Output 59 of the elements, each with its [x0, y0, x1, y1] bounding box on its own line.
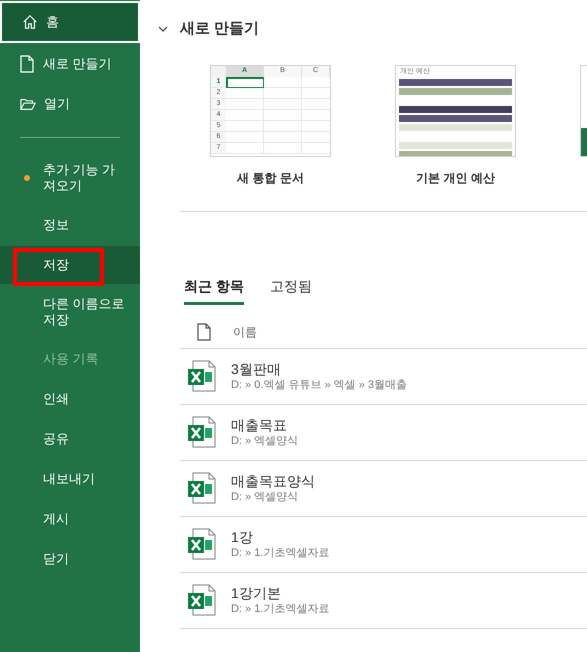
sidebar-item[interactable]: 닫기: [0, 540, 140, 578]
spreadsheet-file-icon: [188, 360, 216, 392]
worksheet-cell: [264, 76, 302, 88]
worksheet-cell: [264, 142, 302, 154]
worksheet-cell: [264, 110, 302, 120]
document-icon: [20, 55, 34, 73]
spreadsheet-file-icon: [188, 528, 216, 560]
sidebar-item[interactable]: 저장: [0, 246, 140, 284]
worksheet-cell: [264, 120, 302, 132]
file-name: 매출목표: [231, 416, 288, 434]
tab[interactable]: 고정됨: [270, 276, 312, 304]
home-icon: [22, 13, 38, 31]
worksheet-cell: [226, 88, 264, 98]
document-icon: [197, 323, 211, 341]
worksheet-cell: [226, 98, 264, 110]
worksheet-cell: [226, 120, 264, 132]
sidebar-item[interactable]: 추가 기능 가져오기: [0, 152, 140, 204]
file-name: 1강: [231, 528, 254, 546]
recent-file-row[interactable]: 1강 D: » 1.기초엑셀자료: [180, 516, 587, 572]
corner-cell: [211, 66, 226, 76]
chevron-icon[interactable]: [158, 26, 168, 32]
folder-icon: [20, 97, 36, 111]
worksheet-cell: [264, 98, 302, 110]
file-path: D: » 엑셀양식: [231, 490, 300, 504]
file-path: D: » 1.기초엑셀자료: [231, 602, 330, 616]
sidebar-item[interactable]: 열기: [0, 85, 140, 123]
spreadsheet-file-icon: [188, 584, 216, 616]
worksheet-cell: [226, 132, 264, 142]
file-name: 1강기본: [231, 584, 282, 602]
column-header: 이름: [233, 324, 257, 341]
sidebar-item[interactable]: 공유: [0, 420, 140, 458]
tab[interactable]: 최근 항목: [184, 276, 244, 304]
active-cell: [226, 76, 264, 88]
worksheet-cell: [226, 142, 264, 154]
file-name: 매출목표양식: [231, 472, 315, 490]
worksheet-cell: [226, 110, 264, 120]
template-label: 새 통합 문서: [237, 170, 304, 186]
sidebar-item[interactable]: 홈: [0, 1, 140, 43]
recent-file-row[interactable]: 3월판매 D: » 0.엑셀 유튜브 » 엑셀 » 3월매출: [180, 348, 587, 404]
recent-file-row[interactable]: 매출목표양식 D: » 엑셀양식: [180, 460, 587, 516]
worksheet-cell: [264, 132, 302, 142]
file-path: D: » 1.기초엑셀자료: [231, 546, 330, 560]
sidebar-item[interactable]: 새로 만들기: [0, 45, 140, 83]
spreadsheet-file-icon: [188, 472, 216, 504]
recent-file-row[interactable]: 매출목표 D: » 엑셀양식: [180, 404, 587, 460]
worksheet-cell: [264, 88, 302, 98]
file-path: D: » 0.엑셀 유튜브 » 엑셀 » 3월매출: [231, 378, 408, 392]
sidebar-item[interactable]: 내보내기: [0, 460, 140, 498]
template-thumbnail[interactable]: [580, 64, 587, 156]
file-name: 3월판매: [231, 360, 282, 378]
sidebar-item[interactable]: 정보: [0, 206, 140, 244]
recent-file-row[interactable]: 1강기본 D: » 1.기초엑셀자료: [180, 572, 587, 628]
sidebar-item[interactable]: 인쇄: [0, 380, 140, 418]
file-path: D: » 엑셀양식: [231, 434, 298, 448]
sidebar-item[interactable]: 다른 이름으로 저장: [0, 286, 140, 338]
spreadsheet-file-icon: [188, 416, 216, 448]
template-label: 기본 개인 예산: [416, 170, 495, 186]
section-title: 새로 만들기: [180, 19, 260, 39]
sidebar-item[interactable]: 게시: [0, 500, 140, 538]
